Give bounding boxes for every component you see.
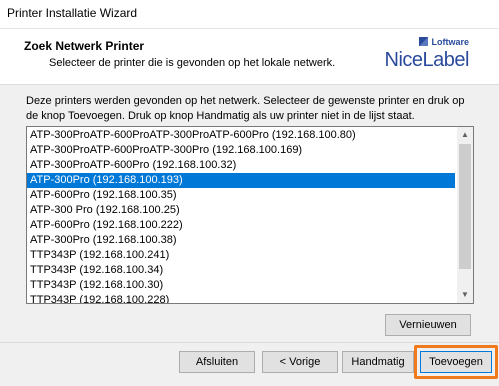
manual-button[interactable]: Handmatig [342, 351, 414, 373]
printer-list-item[interactable]: ATP-300ProATP-600ProATP-300ProATP-600Pro… [27, 128, 455, 143]
vertical-scrollbar[interactable]: ▲ ▼ [457, 127, 473, 303]
product-name: NiceLabel [384, 49, 470, 71]
intro-text: Deze printers werden gevonden op het net… [26, 95, 465, 122]
printer-list-items: ATP-300ProATP-600ProATP-300ProATP-600Pro… [27, 128, 455, 303]
printer-list-item[interactable]: ATP-300 Pro (192.168.100.25) [27, 203, 455, 218]
printer-list-item[interactable]: TTP343P (192.168.100.30) [27, 278, 455, 293]
printer-list-item[interactable]: ATP-300Pro (192.168.100.193) [27, 173, 455, 188]
printer-list-item[interactable]: ATP-300Pro (192.168.100.38) [27, 233, 455, 248]
printer-list-item[interactable]: ATP-300ProATP-600Pro (192.168.100.32) [27, 158, 455, 173]
window-title: Printer Installatie Wizard [7, 6, 138, 20]
printer-list-item[interactable]: ATP-300ProATP-600ProATP-300Pro (192.168.… [27, 143, 455, 158]
loftware-logo-icon [419, 37, 429, 46]
add-button[interactable]: Toevoegen [420, 351, 492, 373]
printer-list-item[interactable]: TTP343P (192.168.100.228) [27, 293, 455, 303]
printer-list-item[interactable]: ATP-600Pro (192.168.100.35) [27, 188, 455, 203]
printer-list-item[interactable]: TTP343P (192.168.100.241) [27, 248, 455, 263]
loftware-brand: Loftware [419, 37, 469, 47]
nicelabel-logo: Loftware NiceLabel [359, 37, 470, 77]
previous-button[interactable]: < Vorige [262, 351, 338, 373]
refresh-button[interactable]: Vernieuwen [385, 314, 471, 336]
close-button[interactable]: Afsluiten [179, 351, 255, 373]
wizard-header: Zoek Netwerk Printer Selecteer de printe… [0, 29, 499, 85]
chevron-down-icon[interactable]: ▼ [457, 287, 473, 303]
title-bar: Printer Installatie Wizard [0, 0, 499, 29]
printer-list-item[interactable]: TTP343P (192.168.100.34) [27, 263, 455, 278]
scroll-thumb[interactable] [459, 144, 471, 269]
page-title: Zoek Netwerk Printer [24, 39, 145, 53]
printer-list-item[interactable]: ATP-600Pro (192.168.100.222) [27, 218, 455, 233]
page-subtitle: Selecteer de printer die is gevonden op … [49, 57, 336, 69]
chevron-up-icon[interactable]: ▲ [457, 127, 473, 143]
printer-list[interactable]: ATP-300ProATP-600ProATP-300ProATP-600Pro… [26, 126, 474, 304]
